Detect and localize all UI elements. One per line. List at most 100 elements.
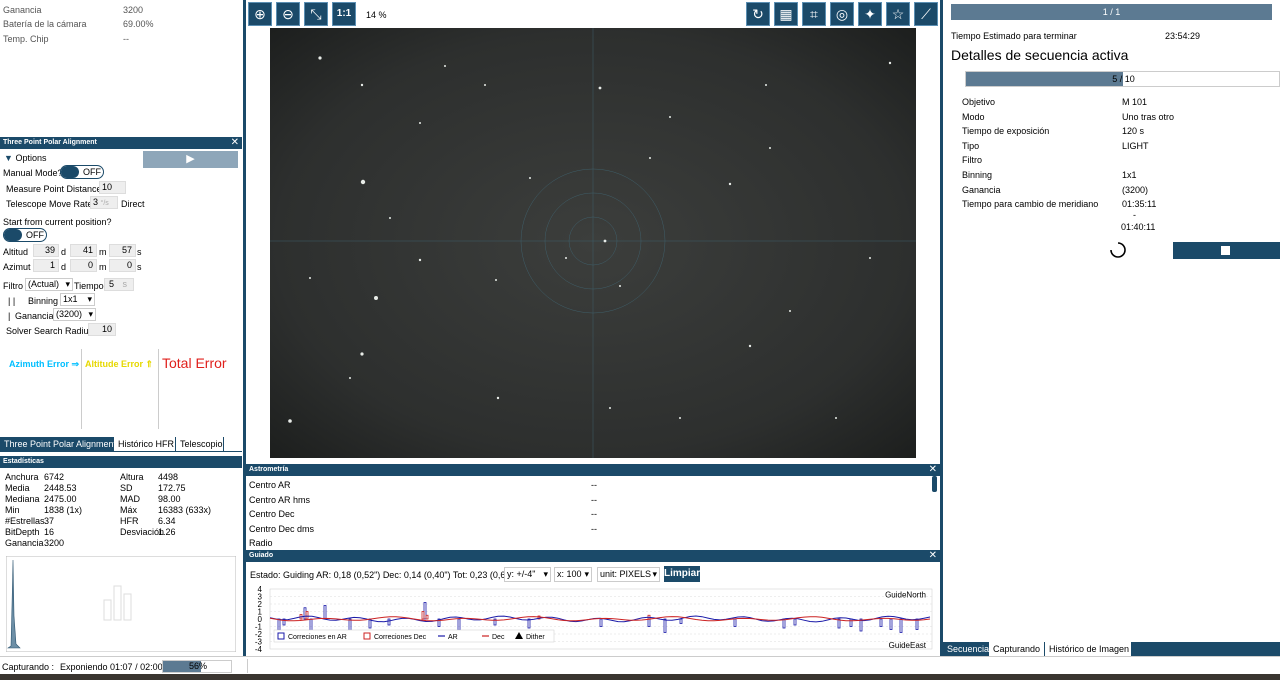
exposure-time-input[interactable]: 5 s [104, 278, 134, 291]
astrometry-row-label: Centro AR [249, 480, 291, 490]
stat-value: 1838 (1x) [44, 505, 83, 515]
altitude-minutes-input[interactable]: 41 [70, 244, 97, 257]
astrometry-row-label: Centro Dec [249, 509, 295, 519]
fit-to-window-button[interactable]: ⤡ [304, 2, 328, 26]
stats-title: Estadísticas [3, 458, 44, 465]
stat-value: 2448.53 [44, 483, 77, 493]
tab-three-point-polar-alignment[interactable]: Three Point Polar Alignment [0, 437, 116, 451]
options-expander[interactable]: ▼ Options [4, 153, 46, 163]
exposure-time-value: 5 [109, 279, 115, 289]
unit-select[interactable]: unit: PIXELS [597, 567, 660, 582]
astrometry-scrollbar[interactable] [932, 476, 937, 492]
left-tab-strip: Three Point Polar Alignment Histórico HF… [0, 437, 242, 452]
filter-label: Filtro [3, 281, 23, 291]
star [769, 147, 771, 149]
sequence-progress-bar: 5 / 10 [965, 71, 1280, 87]
tab-telescopio[interactable]: Telescopio [176, 437, 224, 451]
start-button[interactable]: ▶ [143, 151, 238, 168]
azimuth-seconds-input[interactable]: 0 [109, 259, 136, 272]
zoom-out-icon: ⊖ [282, 6, 294, 22]
guide-east-label: GuideEast [889, 641, 927, 650]
status-text: Exponiendo 01:07 / 02:00 [60, 662, 163, 672]
stat-label: Min [5, 505, 20, 515]
azimuth-m-unit: m [99, 262, 107, 272]
star [765, 84, 767, 86]
stat-value: 2475.00 [44, 494, 77, 504]
error-divider-1 [81, 349, 82, 429]
meridian-dash: - [1133, 210, 1136, 220]
start-from-current-toggle[interactable]: OFF [3, 228, 47, 242]
magic-wand-button[interactable]: ✦ [858, 2, 882, 26]
azimuth-label: Azimut [3, 262, 31, 272]
crosshair-frame-icon: ⌗ [810, 6, 818, 22]
telescope-move-rate-input[interactable]: 3 °/s [90, 196, 118, 209]
stat-label: Mediana [5, 494, 40, 504]
solver-search-radius-label: Solver Search Radius [6, 326, 94, 336]
rotate-button[interactable]: ↻ [746, 2, 770, 26]
x-scale-select[interactable]: x: 100 [554, 567, 592, 582]
grid-icon: ▦ [779, 6, 793, 22]
azimuth-error-label: Azimuth Error ⇒ [9, 359, 80, 369]
star [888, 61, 892, 65]
telescope-move-rate-label: Telescope Move Rate [6, 199, 93, 209]
zoom-out-button[interactable]: ⊖ [276, 2, 300, 26]
rotate-icon: ↻ [752, 6, 764, 22]
crosshair-frame-button[interactable]: ⌗ [802, 2, 826, 26]
target-button[interactable]: ◎ [830, 2, 854, 26]
gain-prefix: | [8, 311, 11, 321]
guiding-ar-value: AR: 0,18 (0,52") [316, 570, 381, 580]
star [619, 285, 621, 287]
stat-label: SD [120, 483, 133, 493]
measure-point-distance-input[interactable]: 10 [99, 181, 126, 194]
eta-value: 23:54:29 [1165, 31, 1201, 41]
altitude-degrees-input[interactable]: 39 [33, 244, 59, 257]
y-scale-select[interactable]: y: +/-4" [504, 567, 551, 582]
zoom-in-button[interactable]: ⊕ [248, 2, 272, 26]
star [649, 157, 651, 159]
tab-historico-imagen[interactable]: Histórico de Imagen [1045, 642, 1132, 656]
filter-select[interactable]: (Actual) [25, 278, 73, 291]
tab-capturando[interactable]: Capturando [989, 642, 1045, 656]
guiding-y-tick: -4 [255, 645, 263, 654]
sequence-detail-value: M 101 [1122, 97, 1148, 107]
status-progress-label: 56% [188, 661, 207, 671]
camera-chip-temp-label: Temp. Chip [3, 34, 49, 44]
binning-select[interactable]: 1x1 [60, 293, 95, 306]
clear-button[interactable]: Limpiar [664, 566, 700, 582]
telescope-button[interactable]: ⟋ [914, 2, 938, 26]
status-bar: Capturando : Exponiendo 01:07 / 02:00 56… [0, 656, 1280, 674]
image-viewer[interactable] [246, 28, 940, 460]
gain-label: Ganancia [15, 311, 54, 321]
sequence-detail-label: Tiempo de exposición [962, 126, 1050, 137]
sequence-detail-label: Binning [962, 170, 993, 180]
azimuth-minutes-input[interactable]: 0 [70, 259, 97, 272]
star [598, 86, 602, 90]
star [360, 352, 364, 356]
solver-search-radius-input[interactable]: 10 [88, 323, 116, 336]
one-to-one-button[interactable]: 1:1 [332, 2, 356, 26]
star-button[interactable]: ☆ [886, 2, 910, 26]
manual-mode-toggle[interactable]: OFF [60, 165, 104, 179]
guiding-dec-value: Dec: 0,14 (0,40") [382, 570, 451, 580]
astrometry-row-value: -- [591, 494, 597, 505]
altitude-seconds-input[interactable]: 57 [109, 244, 136, 257]
gain-select[interactable]: (3200) [53, 308, 96, 321]
star [419, 122, 421, 124]
close-icon[interactable]: ✕ [231, 137, 239, 149]
star [360, 83, 364, 87]
tab-historico-hfr[interactable]: Histórico HFR [114, 437, 176, 451]
triangle-down-icon: ▼ [4, 153, 13, 163]
guiding-status-label: Estado: Guiding [250, 570, 315, 580]
error-divider-2 [158, 349, 159, 429]
close-icon[interactable]: ✕ [929, 550, 937, 562]
close-icon[interactable]: ✕ [929, 464, 937, 476]
camera-gain-label: Ganancia [3, 5, 42, 15]
azimuth-d-unit: d [61, 262, 67, 272]
fit-to-window-icon: ⤡ [310, 6, 322, 22]
azimuth-degrees-input[interactable]: 1 [33, 259, 59, 272]
stop-sequence-button[interactable] [1173, 242, 1280, 259]
stat-label: MAD [120, 494, 140, 504]
tab-secuencia[interactable]: Secuencia [943, 642, 989, 656]
grid-button[interactable]: ▦ [774, 2, 798, 26]
stop-icon [1221, 246, 1230, 255]
